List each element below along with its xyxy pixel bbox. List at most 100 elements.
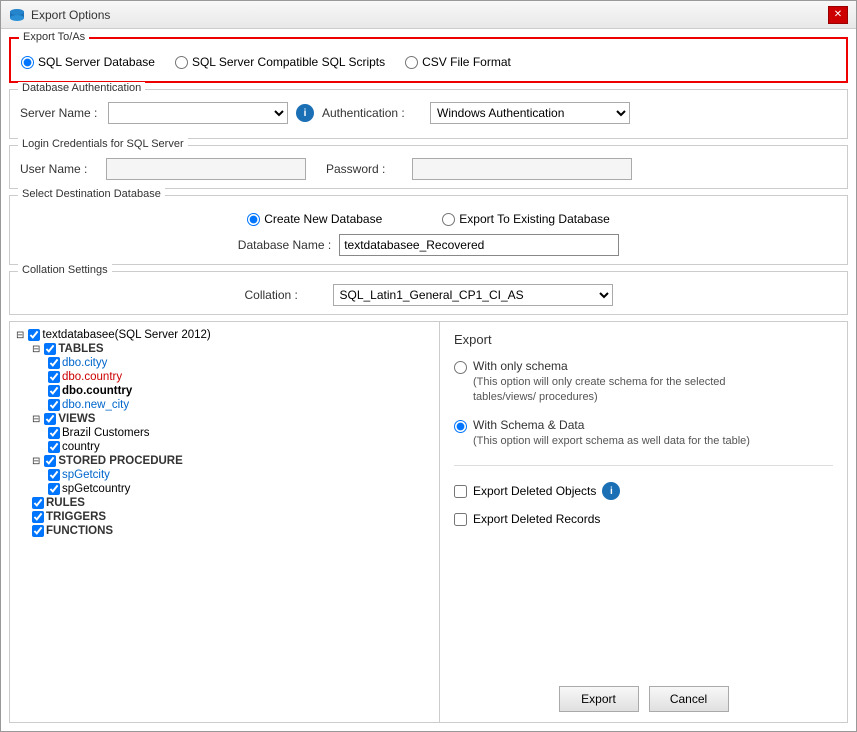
schema-only-desc: (This option will only create schema for… xyxy=(473,375,753,406)
login-credentials-title: Login Credentials for SQL Server xyxy=(18,138,188,150)
stored-proc-expand-icon: ⊟ xyxy=(32,456,40,467)
tables-children: dbo.cityy dbo.country dbo.counttry xyxy=(32,356,433,412)
schema-only-label: With only schema xyxy=(473,359,753,373)
schema-data-option: With Schema & Data (This option will exp… xyxy=(454,418,833,449)
tree-item-spgetcountry[interactable]: spGetcountry xyxy=(48,482,433,496)
tree-item-cityy[interactable]: dbo.cityy xyxy=(48,356,433,370)
export-to-as-section: Export To/As SQL Server Database SQL Ser… xyxy=(9,37,848,83)
schema-only-option: With only schema (This option will only … xyxy=(454,359,833,406)
schema-data-radio[interactable] xyxy=(454,420,467,433)
rules-node[interactable]: RULES xyxy=(32,496,433,510)
collation-label: Collation : xyxy=(245,288,325,302)
window-title: Export Options xyxy=(31,8,110,22)
tree-item-spgetcity[interactable]: spGetcity xyxy=(48,468,433,482)
export-deleted-objects-label: Export Deleted Objects xyxy=(473,484,596,498)
server-name-row: Server Name : i Authentication : Windows… xyxy=(20,102,837,124)
deleted-objects-info-icon[interactable]: i xyxy=(602,482,620,500)
tree-item-brazil-customers[interactable]: Brazil Customers xyxy=(48,426,433,440)
views-children: Brazil Customers country xyxy=(32,426,433,454)
close-button[interactable]: ✕ xyxy=(828,6,848,24)
db-name-label: Database Name : xyxy=(238,238,331,252)
views-checkbox[interactable] xyxy=(44,413,56,425)
action-buttons: Export Cancel xyxy=(454,678,833,712)
username-label: User Name : xyxy=(20,162,100,176)
tree-panel: ⊟ textdatabasee(SQL Server 2012) ⊟ TABLE… xyxy=(10,322,440,722)
tree-item-counttry[interactable]: dbo.counttry xyxy=(48,384,433,398)
title-bar-left: Export Options xyxy=(9,7,110,23)
rules-group: RULES xyxy=(16,496,433,510)
functions-group: FUNCTIONS xyxy=(16,524,433,538)
stored-proc-node[interactable]: ⊟ STORED PROCEDURE xyxy=(32,454,433,468)
password-input[interactable] xyxy=(412,158,632,180)
password-label: Password : xyxy=(326,162,406,176)
db-auth-title: Database Authentication xyxy=(18,82,145,94)
export-existing-option[interactable]: Export To Existing Database xyxy=(442,212,610,226)
export-type-radio-group: SQL Server Database SQL Server Compatibl… xyxy=(21,51,836,73)
views-group: ⊟ VIEWS Brazil Customers country xyxy=(16,412,433,454)
db-authentication-section: Database Authentication Server Name : i … xyxy=(9,89,848,139)
server-name-select[interactable] xyxy=(108,102,288,124)
db-name-row: Database Name : xyxy=(20,234,837,256)
main-content: Export To/As SQL Server Database SQL Ser… xyxy=(1,29,856,731)
sql-scripts-option[interactable]: SQL Server Compatible SQL Scripts xyxy=(175,55,385,69)
views-expand-icon: ⊟ xyxy=(32,414,40,425)
tree-item-new-city[interactable]: dbo.new_city xyxy=(48,398,433,412)
tables-label: TABLES xyxy=(58,343,103,355)
triggers-group: TRIGGERS xyxy=(16,510,433,524)
schema-only-text: With only schema (This option will only … xyxy=(473,359,753,406)
stored-proc-group: ⊟ STORED PROCEDURE spGetcity spGetcountr… xyxy=(16,454,433,496)
login-credentials-section: Login Credentials for SQL Server User Na… xyxy=(9,145,848,189)
stored-proc-children: spGetcity spGetcountry xyxy=(32,468,433,496)
app-icon xyxy=(9,7,25,23)
create-new-db-option[interactable]: Create New Database xyxy=(247,212,382,226)
export-deleted-objects-checkbox[interactable] xyxy=(454,485,467,498)
tables-checkbox[interactable] xyxy=(44,343,56,355)
root-checkbox[interactable] xyxy=(28,329,40,341)
username-input[interactable] xyxy=(106,158,306,180)
tables-expand-icon: ⊟ xyxy=(32,344,40,355)
bottom-area: ⊟ textdatabasee(SQL Server 2012) ⊟ TABLE… xyxy=(9,321,848,723)
export-options-window: Export Options ✕ Export To/As SQL Server… xyxy=(0,0,857,732)
tree-item-country[interactable]: dbo.country xyxy=(48,370,433,384)
triggers-node[interactable]: TRIGGERS xyxy=(32,510,433,524)
login-credentials-row: User Name : Password : xyxy=(20,158,837,180)
db-name-input[interactable] xyxy=(339,234,619,256)
root-expand-icon: ⊟ xyxy=(16,330,24,341)
tree-root-node[interactable]: ⊟ textdatabasee(SQL Server 2012) xyxy=(16,328,433,342)
divider xyxy=(454,465,833,466)
cancel-button[interactable]: Cancel xyxy=(649,686,729,712)
destination-title: Select Destination Database xyxy=(18,188,165,200)
server-info-icon[interactable]: i xyxy=(296,104,314,122)
export-deleted-records-row: Export Deleted Records xyxy=(454,512,833,526)
title-bar: Export Options ✕ xyxy=(1,1,856,29)
collation-settings-section: Collation Settings Collation : SQL_Latin… xyxy=(9,271,848,315)
export-deleted-records-label: Export Deleted Records xyxy=(473,512,600,526)
auth-select[interactable]: Windows Authentication xyxy=(430,102,630,124)
auth-label: Authentication : xyxy=(322,106,422,120)
destination-database-section: Select Destination Database Create New D… xyxy=(9,195,848,265)
tables-node[interactable]: ⊟ TABLES xyxy=(32,342,433,356)
collation-title: Collation Settings xyxy=(18,264,112,276)
export-panel: Export With only schema (This option wil… xyxy=(440,322,847,722)
csv-format-option[interactable]: CSV File Format xyxy=(405,55,511,69)
collation-select[interactable]: SQL_Latin1_General_CP1_CI_AS xyxy=(333,284,613,306)
functions-node[interactable]: FUNCTIONS xyxy=(32,524,433,538)
export-deleted-records-checkbox[interactable] xyxy=(454,513,467,526)
export-button[interactable]: Export xyxy=(559,686,639,712)
tables-group: ⊟ TABLES dbo.cityy dbo.country xyxy=(16,342,433,412)
views-node[interactable]: ⊟ VIEWS xyxy=(32,412,433,426)
tree-item-country-view[interactable]: country xyxy=(48,440,433,454)
schema-only-radio[interactable] xyxy=(454,361,467,374)
export-to-as-title: Export To/As xyxy=(19,31,89,43)
root-label: textdatabasee(SQL Server 2012) xyxy=(42,329,210,341)
schema-data-label: With Schema & Data xyxy=(473,418,750,432)
sql-server-db-option[interactable]: SQL Server Database xyxy=(21,55,155,69)
export-deleted-objects-row: Export Deleted Objects i xyxy=(454,482,833,500)
server-name-label: Server Name : xyxy=(20,106,100,120)
destination-radio-group: Create New Database Export To Existing D… xyxy=(20,208,837,230)
schema-data-text: With Schema & Data (This option will exp… xyxy=(473,418,750,449)
schema-data-desc: (This option will export schema as well … xyxy=(473,434,750,449)
username-field: User Name : xyxy=(20,158,306,180)
export-panel-title: Export xyxy=(454,332,833,347)
stored-proc-checkbox[interactable] xyxy=(44,455,56,467)
